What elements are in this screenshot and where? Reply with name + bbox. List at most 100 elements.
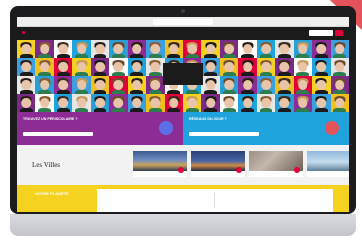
portrait-face	[168, 97, 179, 109]
portrait-tile	[90, 40, 110, 58]
portrait-face	[279, 97, 290, 109]
portrait-face	[95, 79, 105, 91]
site-logo[interactable]	[22, 30, 26, 36]
portrait-tile	[53, 76, 73, 94]
portrait-tile	[219, 76, 239, 94]
portrait-face	[132, 97, 142, 109]
portrait-face	[242, 97, 253, 109]
portrait-tile	[256, 76, 276, 94]
portrait-face	[279, 79, 290, 91]
portrait-face	[132, 61, 142, 73]
portrait-tile	[330, 76, 349, 94]
portrait-face	[58, 61, 68, 73]
portrait-face	[224, 43, 234, 55]
portrait-tile	[164, 40, 183, 58]
portrait-tile	[201, 76, 220, 94]
city-card[interactable]	[191, 151, 245, 177]
portrait-tile	[90, 76, 110, 94]
portrait-tile	[201, 40, 220, 58]
portrait-tile	[330, 94, 349, 112]
portrait-face	[242, 43, 253, 55]
portrait-tile	[109, 76, 128, 94]
portrait-face	[95, 97, 105, 109]
portrait-tile	[35, 40, 54, 58]
portrait-face	[261, 43, 271, 55]
portrait-face	[168, 43, 179, 55]
portrait-face	[58, 79, 68, 91]
portrait-face	[113, 43, 124, 55]
portrait-face	[150, 97, 161, 109]
portrait-face	[187, 43, 198, 55]
promo-button[interactable]	[159, 121, 173, 135]
portrait-tile	[109, 40, 128, 58]
promo-search-field[interactable]	[23, 132, 93, 136]
portrait-face	[95, 43, 105, 55]
browser-toolbar	[17, 17, 349, 27]
portrait-tile	[238, 40, 257, 58]
city-badge-icon	[236, 167, 242, 173]
portrait-face	[224, 61, 234, 73]
promo-button[interactable]	[325, 121, 339, 135]
portrait-tile	[219, 40, 239, 58]
portrait-face	[76, 97, 87, 109]
portrait-tile	[164, 94, 183, 112]
portrait-tile	[35, 58, 54, 76]
portrait-face	[205, 61, 216, 73]
portrait-face	[58, 97, 68, 109]
portrait-face	[132, 43, 142, 55]
address-bar[interactable]	[153, 19, 213, 25]
city-card[interactable]	[133, 151, 187, 177]
portrait-tile	[127, 94, 147, 112]
portrait-tile	[293, 76, 313, 94]
portrait-face	[242, 79, 253, 91]
hero-logo-badge	[163, 63, 203, 85]
portrait-face	[298, 79, 308, 91]
portrait-tile	[238, 76, 257, 94]
portrait-tile	[35, 76, 54, 94]
promo-title: TROUVEZ UN PÉRISCOLAIRE ?	[23, 117, 78, 121]
portrait-face	[261, 97, 271, 109]
portrait-face	[316, 61, 327, 73]
portrait-face	[279, 61, 290, 73]
city-card[interactable]	[249, 151, 303, 177]
promo-row: TROUVEZ UN PÉRISCOLAIRE ? RÉSEAUX DU JOU…	[17, 112, 349, 145]
search-icon[interactable]	[335, 30, 343, 36]
portrait-tile	[72, 76, 91, 94]
planet-section: NOTRE PLANÈTE	[17, 185, 349, 212]
city-card[interactable]	[307, 151, 349, 177]
portrait-face	[21, 61, 32, 73]
portrait-face	[150, 61, 161, 73]
portrait-tile	[238, 58, 257, 76]
portrait-tile	[201, 94, 220, 112]
portrait-tile	[17, 94, 36, 112]
city-badge-icon	[294, 167, 300, 173]
portrait-tile	[146, 58, 165, 76]
portrait-tile	[183, 94, 202, 112]
portrait-face	[316, 97, 327, 109]
portrait-tile	[53, 58, 73, 76]
portrait-tile	[293, 40, 313, 58]
portrait-tile	[330, 40, 349, 58]
portrait-tile	[219, 94, 239, 112]
portrait-face	[76, 79, 87, 91]
portrait-tile	[53, 40, 73, 58]
portrait-face	[261, 79, 271, 91]
portrait-face	[316, 43, 327, 55]
portrait-face	[224, 79, 234, 91]
promo-search-field[interactable]	[189, 132, 259, 136]
monitor-chin	[10, 214, 356, 236]
portrait-face	[113, 79, 124, 91]
planet-panel	[97, 189, 333, 212]
portrait-face	[76, 43, 87, 55]
portrait-face	[316, 79, 327, 91]
promo-panel-periscolaire: TROUVEZ UN PÉRISCOLAIRE ?	[17, 112, 183, 145]
portrait-face	[21, 43, 32, 55]
portrait-tile	[293, 58, 313, 76]
portrait-face	[298, 43, 308, 55]
logo-mark-icon	[22, 31, 25, 34]
promo-title: RÉSEAUX DU JOUR ?	[189, 117, 227, 121]
portrait-face	[298, 61, 308, 73]
portrait-tile	[35, 94, 54, 112]
search-input[interactable]	[309, 30, 333, 36]
portrait-face	[113, 61, 124, 73]
